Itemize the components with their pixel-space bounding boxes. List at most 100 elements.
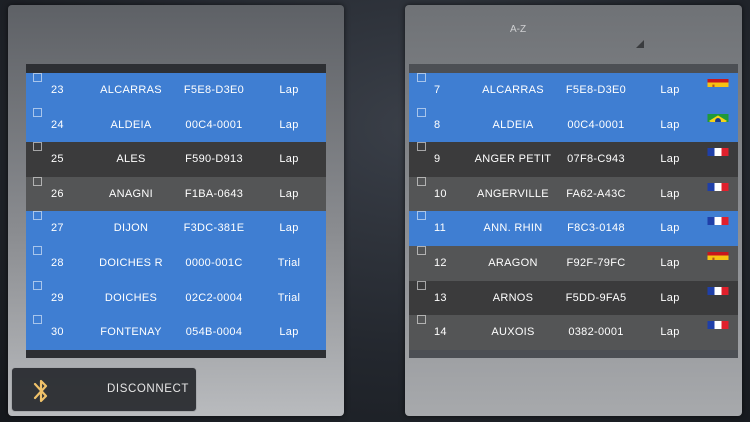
- list-row[interactable]: 11 ANN. RHIN F8C3-0148 Lap: [409, 211, 738, 246]
- row-name: DOICHES R: [99, 257, 163, 269]
- row-code: F92F-79FC: [566, 257, 626, 269]
- row-name: AUXOIS: [491, 326, 535, 339]
- row-name: DOICHES: [104, 291, 158, 304]
- row-type: Lap: [660, 326, 680, 339]
- row-number: 12: [434, 257, 447, 269]
- list-row[interactable]: 14 AUXOIS 0382-0001 Lap: [409, 315, 738, 350]
- row-name: DIJON: [113, 222, 149, 235]
- disconnect-button[interactable]: DISCONNECT: [11, 367, 197, 412]
- row-checkbox[interactable]: [417, 73, 426, 82]
- row-name: ARAGON: [488, 257, 538, 269]
- list-row[interactable]: 26 ANAGNI F1BA-0643 Lap: [26, 176, 326, 212]
- row-code: F5E8-D3E0: [565, 84, 627, 96]
- france-flag-icon: [707, 315, 729, 330]
- row-number: 23: [51, 84, 64, 96]
- row-code: 07F8-C943: [567, 153, 625, 166]
- list-row[interactable]: 13 ARNOS F5DD-9FA5 Lap: [409, 280, 738, 316]
- list-row[interactable]: 10 ANGERVILLE FA62-A43C Lap: [409, 176, 738, 212]
- row-checkbox[interactable]: [417, 107, 426, 117]
- row-type: Lap: [279, 326, 299, 339]
- row-checkbox[interactable]: [417, 246, 426, 255]
- row-code: 054B-0004: [185, 326, 243, 339]
- row-checkbox[interactable]: [33, 73, 42, 82]
- row-number: 9: [434, 153, 441, 166]
- list-row[interactable]: 12 ARAGON F92F-79FC Lap: [409, 246, 738, 281]
- list-row[interactable]: 8 ALDEIA 00C4-0001 Lap: [409, 107, 738, 143]
- list-row[interactable]: 23 ALCARRAS F5E8-D3E0 Lap: [26, 73, 326, 108]
- row-checkbox[interactable]: [417, 315, 426, 325]
- row-type: Trial: [277, 291, 301, 304]
- row-type: Trial: [277, 257, 301, 269]
- spain-flag-icon: [707, 246, 729, 260]
- row-checkbox[interactable]: [417, 211, 426, 221]
- row-checkbox[interactable]: [417, 280, 426, 290]
- row-number: 13: [434, 291, 447, 304]
- row-type: Lap: [660, 257, 680, 269]
- list-row[interactable]: 28 DOICHES R 0000-001C Trial: [26, 246, 326, 281]
- row-code: F3DC-381E: [183, 222, 245, 235]
- france-flag-icon: [707, 142, 729, 157]
- row-checkbox[interactable]: [417, 176, 426, 186]
- row-number: 30: [51, 326, 64, 339]
- france-flag-icon: [707, 281, 729, 295]
- list-row[interactable]: 9 ANGER PETIT 07F8-C943 Lap: [409, 142, 738, 177]
- row-type: Lap: [279, 187, 299, 200]
- row-code: F8C3-0148: [567, 222, 625, 235]
- brazil-flag-icon: [707, 108, 729, 122]
- row-number: 10: [434, 187, 447, 200]
- right-track-list[interactable]: 7 ALCARRAS F5E8-D3E0 Lap 8 ALDEIA 00C4-0001 Lap…: [409, 64, 738, 358]
- list-row[interactable]: 29 DOICHES 02C2-0004 Trial: [26, 280, 326, 316]
- row-checkbox[interactable]: [33, 176, 42, 186]
- row-number: 29: [51, 291, 64, 304]
- list-row[interactable]: 7 ALCARRAS F5E8-D3E0 Lap: [409, 73, 738, 108]
- row-number: 7: [434, 84, 441, 96]
- row-checkbox[interactable]: [33, 142, 42, 152]
- list-row[interactable]: 30 FONTENAY 054B-0004 Lap: [26, 315, 326, 350]
- row-checkbox[interactable]: [33, 280, 42, 290]
- row-type: Lap: [279, 118, 299, 131]
- disconnect-label: DISCONNECT: [107, 383, 190, 395]
- row-checkbox[interactable]: [417, 142, 426, 152]
- row-code: 00C4-0001: [185, 118, 243, 131]
- row-name: ALCARRAS: [482, 84, 544, 96]
- row-checkbox[interactable]: [33, 315, 42, 325]
- france-flag-icon: [707, 211, 729, 226]
- row-name: ANGER PETIT: [474, 153, 552, 166]
- row-type: Lap: [660, 118, 680, 131]
- row-type: Lap: [279, 84, 299, 96]
- row-code: F1BA-0643: [184, 187, 244, 200]
- row-code: F5DD-9FA5: [565, 291, 627, 304]
- sort-label: A-Z: [510, 24, 527, 35]
- list-row[interactable]: 27 DIJON F3DC-381E Lap: [26, 211, 326, 246]
- row-type: Lap: [660, 153, 680, 166]
- row-name: ALDEIA: [110, 118, 152, 131]
- row-name: FONTENAY: [100, 326, 162, 339]
- row-number: 8: [434, 118, 441, 131]
- sort-dropdown[interactable]: A-Z: [430, 20, 646, 48]
- row-name: ANAGNI: [109, 187, 153, 200]
- row-checkbox[interactable]: [33, 107, 42, 117]
- row-code: FA62-A43C: [566, 187, 626, 200]
- bluetooth-icon: [33, 379, 48, 403]
- row-type: Lap: [660, 222, 680, 235]
- row-number: 24: [51, 118, 64, 131]
- row-number: 14: [434, 326, 447, 339]
- row-name: ANGERVILLE: [477, 187, 549, 200]
- row-name: ALES: [116, 153, 146, 166]
- list-row[interactable]: 24 ALDEIA 00C4-0001 Lap: [26, 107, 326, 143]
- left-track-list[interactable]: 23 ALCARRAS F5E8-D3E0 Lap 24 ALDEIA 00C4-0001 L…: [26, 64, 326, 358]
- row-type: Lap: [660, 187, 680, 200]
- row-code: 00C4-0001: [567, 118, 625, 131]
- row-name: ALDEIA: [492, 118, 534, 131]
- row-code: F5E8-D3E0: [183, 84, 245, 96]
- row-code: F590-D913: [185, 153, 243, 166]
- dropdown-corner-icon: [636, 40, 644, 48]
- list-row[interactable]: 25 ALES F590-D913 Lap: [26, 142, 326, 177]
- row-number: 27: [51, 222, 64, 235]
- france-flag-icon: [707, 177, 729, 191]
- row-code: 02C2-0004: [185, 291, 243, 304]
- spain-flag-icon: [707, 73, 729, 87]
- row-name: ARNOS: [492, 291, 534, 304]
- row-checkbox[interactable]: [33, 211, 42, 221]
- row-checkbox[interactable]: [33, 246, 42, 255]
